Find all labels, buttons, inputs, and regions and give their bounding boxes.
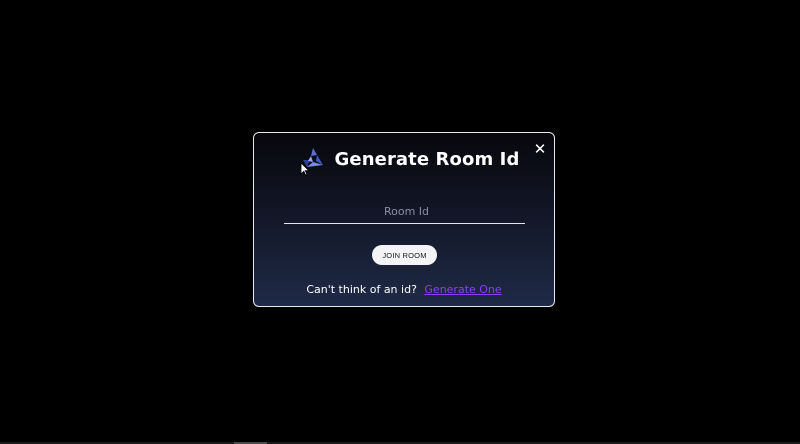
- modal-footer: Can't think of an id? Generate One: [254, 283, 554, 296]
- modal-title: Generate Room Id: [334, 148, 520, 170]
- generate-one-link[interactable]: Generate One: [424, 283, 501, 296]
- modal-header: Generate Room Id: [254, 145, 554, 173]
- footer-prompt: Can't think of an id?: [306, 283, 417, 296]
- join-room-button[interactable]: JOIN ROOM: [372, 245, 437, 265]
- page-background: ✕ Generate Room Id JOIN ROOM Can't think…: [0, 0, 800, 444]
- room-id-input[interactable]: [284, 199, 529, 223]
- room-id-field-wrapper: [284, 199, 529, 224]
- mouse-cursor-icon: [300, 162, 310, 176]
- generate-room-modal: ✕ Generate Room Id JOIN ROOM Can't think…: [253, 132, 555, 307]
